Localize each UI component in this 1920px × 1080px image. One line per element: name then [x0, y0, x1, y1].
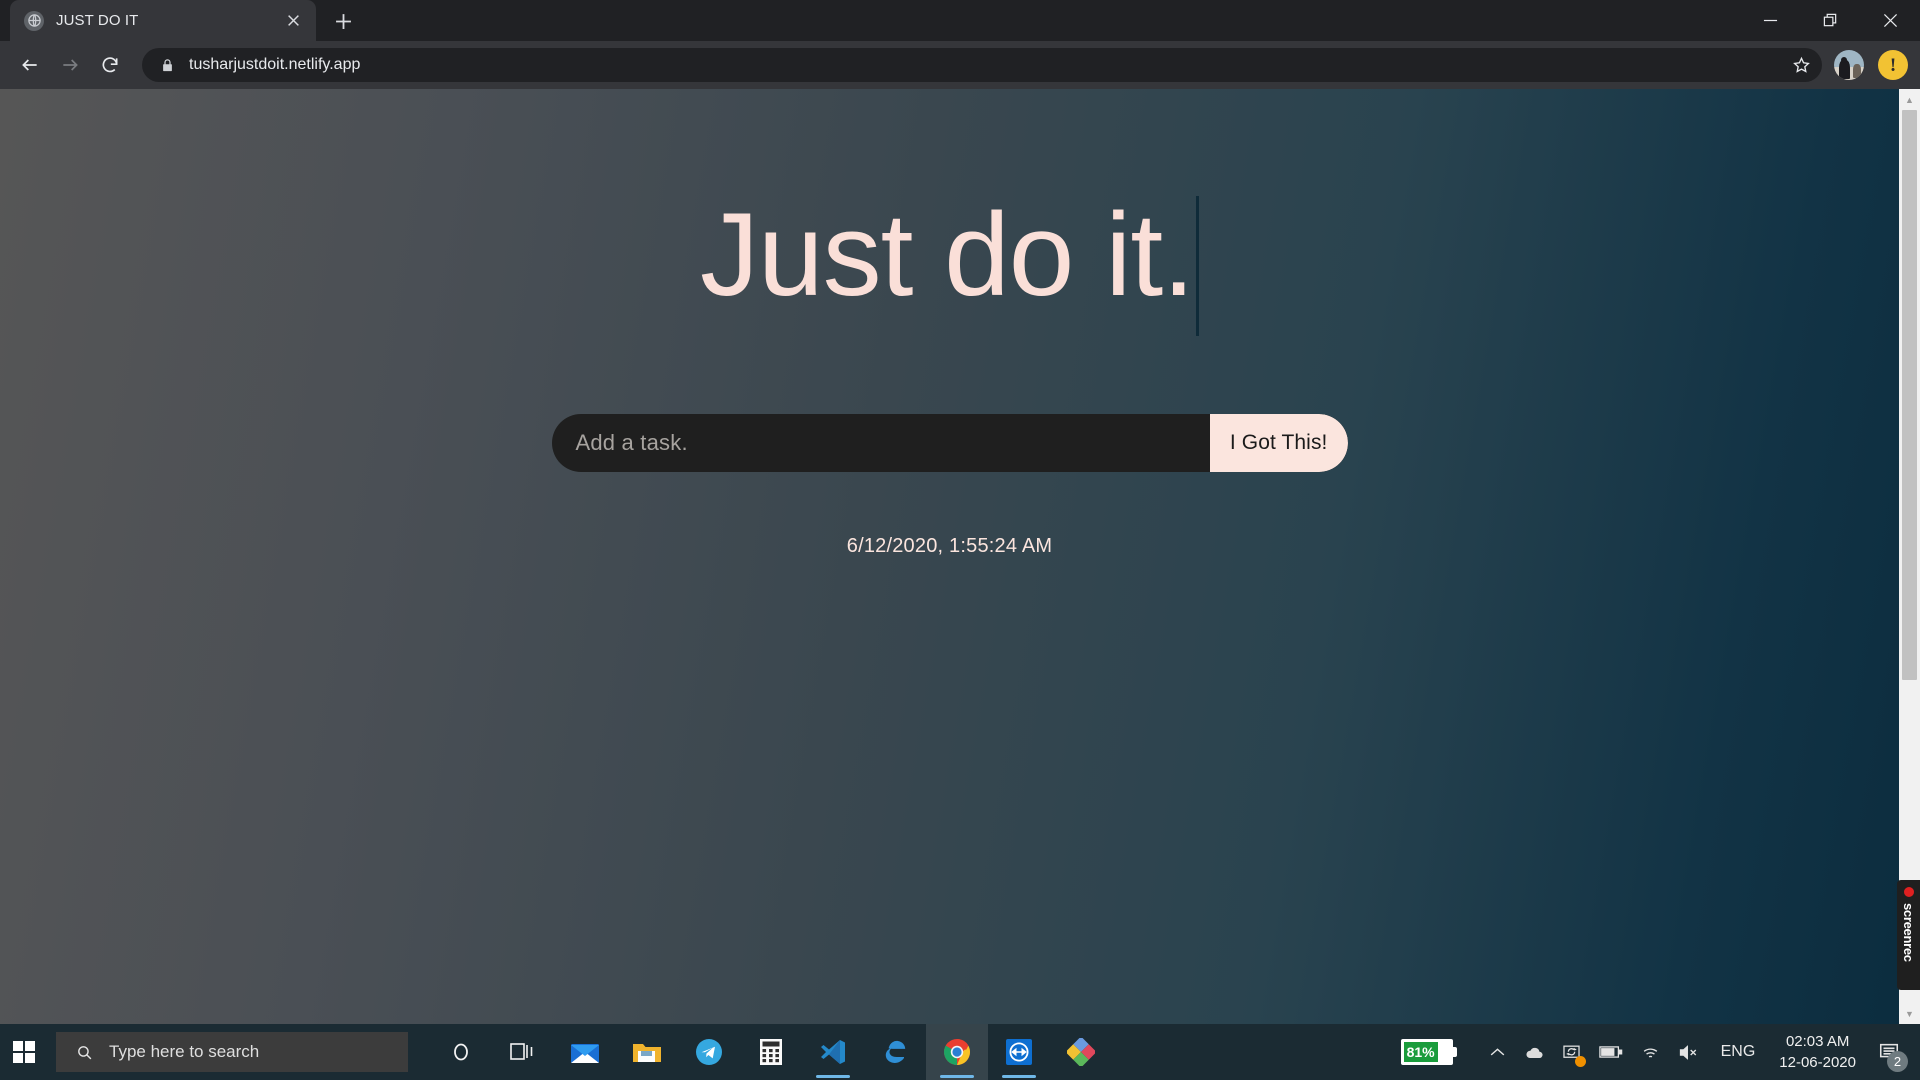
battery-percent-label: 81%: [1403, 1042, 1438, 1062]
update-warning-button[interactable]: !: [1878, 50, 1908, 80]
tab-title: JUST DO IT: [56, 12, 139, 29]
teamviewer-icon[interactable]: [988, 1024, 1050, 1080]
profile-avatar[interactable]: [1834, 50, 1864, 80]
telegram-icon[interactable]: [678, 1024, 740, 1080]
headline-row: Just do it.: [700, 196, 1199, 336]
sync-icon[interactable]: [1553, 1024, 1590, 1080]
windows-taskbar: Type here to search 81% ENG 02:03 AM 12-…: [0, 1024, 1920, 1080]
file-explorer-icon[interactable]: [616, 1024, 678, 1080]
submit-task-button[interactable]: I Got This!: [1209, 414, 1348, 472]
screenrec-label: screenrec: [1901, 903, 1916, 962]
new-tab-button[interactable]: [326, 4, 360, 38]
timestamp-text: 6/12/2020, 1:55:24 AM: [846, 535, 1053, 557]
justdoit-app: Just do it. Add a task. I Got This! 6/12…: [0, 89, 1899, 1024]
battery-percent-widget[interactable]: 81%: [1400, 1039, 1457, 1065]
task-view-icon[interactable]: [492, 1024, 554, 1080]
back-arrow-icon[interactable]: [12, 47, 48, 83]
taskbar-clock[interactable]: 02:03 AM 12-06-2020: [1767, 1031, 1868, 1073]
window-controls: [1740, 0, 1920, 41]
search-icon: [76, 1044, 93, 1061]
chrome-icon[interactable]: [926, 1024, 988, 1080]
wifi-icon[interactable]: [1632, 1024, 1669, 1080]
language-indicator[interactable]: ENG: [1709, 1043, 1768, 1061]
notification-count-badge: 2: [1887, 1051, 1908, 1072]
close-icon[interactable]: [280, 8, 306, 34]
task-input[interactable]: Add a task.: [552, 414, 1210, 472]
text-caret: [1196, 196, 1199, 336]
window-close-icon[interactable]: [1860, 0, 1920, 41]
paint3d-icon[interactable]: [1050, 1024, 1112, 1080]
add-task-bar[interactable]: Add a task. I Got This!: [551, 414, 1348, 472]
notification-center-icon[interactable]: 2: [1868, 1024, 1914, 1080]
volume-muted-icon[interactable]: [1669, 1024, 1709, 1080]
lock-icon: [160, 58, 175, 73]
scrollbar-track[interactable]: [1899, 110, 1920, 1003]
screenrec-widget[interactable]: screenrec: [1897, 880, 1920, 990]
vscode-icon[interactable]: [802, 1024, 864, 1080]
minimize-icon[interactable]: [1740, 0, 1800, 41]
taskbar-pinned-apps: [430, 1024, 1112, 1080]
calculator-icon[interactable]: [740, 1024, 802, 1080]
search-placeholder: Type here to search: [109, 1042, 260, 1061]
cortana-icon[interactable]: [430, 1024, 492, 1080]
edge-icon[interactable]: [864, 1024, 926, 1080]
page-title: Just do it.: [699, 189, 1195, 321]
forward-arrow-icon[interactable]: [52, 47, 88, 83]
scroll-up-arrow-icon[interactable]: ▲: [1899, 89, 1920, 110]
desktop-screen: JUST DO IT tusharjustdoit.netlify.app ! …: [0, 0, 1920, 1080]
onedrive-icon[interactable]: [1516, 1024, 1553, 1080]
restore-icon[interactable]: [1800, 0, 1860, 41]
taskbar-search-input[interactable]: Type here to search: [56, 1032, 408, 1072]
mail-icon[interactable]: [554, 1024, 616, 1080]
clock-date: 12-06-2020: [1779, 1054, 1856, 1071]
system-tray: 81% ENG 02:03 AM 12-06-2020 2: [1400, 1024, 1920, 1080]
browser-toolbar: tusharjustdoit.netlify.app !: [0, 41, 1920, 89]
tab-strip: JUST DO IT: [0, 0, 1920, 41]
clock-time: 02:03 AM: [1785, 1033, 1850, 1050]
page-viewport: Just do it. Add a task. I Got This! 6/12…: [0, 89, 1920, 1024]
battery-icon[interactable]: [1590, 1024, 1632, 1080]
show-hidden-icons-chevron[interactable]: [1479, 1024, 1516, 1080]
scroll-down-arrow-icon[interactable]: ▼: [1899, 1003, 1920, 1024]
address-bar[interactable]: tusharjustdoit.netlify.app: [142, 48, 1822, 82]
browser-tab[interactable]: JUST DO IT: [10, 0, 316, 41]
globe-icon: [24, 10, 44, 31]
url-text: tusharjustdoit.netlify.app: [189, 56, 361, 73]
reload-icon[interactable]: [92, 47, 128, 83]
scrollbar-thumb[interactable]: [1902, 110, 1917, 680]
record-dot-icon: [1903, 887, 1914, 897]
bookmark-star-icon[interactable]: [1786, 50, 1816, 80]
windows-start-icon[interactable]: [0, 1024, 48, 1080]
